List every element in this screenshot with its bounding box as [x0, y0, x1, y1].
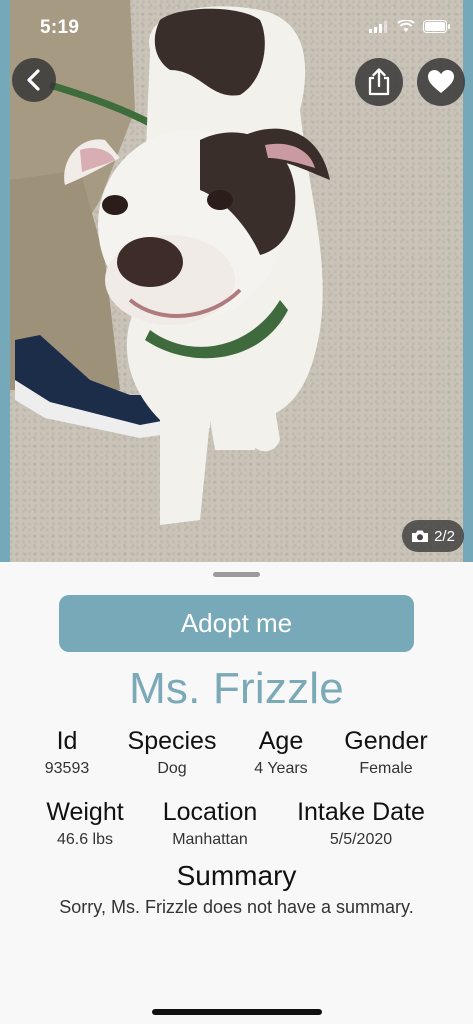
info-value: 5/5/2020 — [329, 831, 393, 848]
status-time: 5:19 — [40, 17, 80, 38]
pet-name: Ms. Frizzle — [129, 664, 344, 713]
info-label: Weight — [46, 798, 124, 826]
info-value: Dog — [157, 760, 187, 777]
info-weight: Weight 46.6 lbs — [34, 798, 136, 849]
battery-icon — [423, 20, 450, 33]
camera-icon — [412, 530, 429, 542]
info-location: Location Manhattan — [150, 798, 270, 849]
home-indicator[interactable] — [152, 1009, 322, 1015]
info-label: Id — [56, 727, 78, 755]
info-value: Manhattan — [172, 831, 248, 848]
share-icon — [368, 68, 390, 96]
photo-counter-text: 2/2 — [434, 527, 455, 545]
info-label: Location — [162, 798, 258, 826]
info-value: Female — [359, 760, 413, 777]
info-value: 93593 — [44, 760, 90, 777]
info-label: Gender — [344, 727, 428, 755]
wifi-icon — [397, 20, 415, 32]
info-label: Intake Date — [297, 798, 425, 826]
info-value: 46.6 lbs — [56, 831, 114, 848]
info-id: Id 93593 — [28, 727, 106, 778]
info-label: Age — [258, 727, 304, 755]
status-icons — [369, 20, 451, 33]
info-intake-date: Intake Date 5/5/2020 — [288, 798, 434, 849]
summary-text: Sorry, Ms. Frizzle does not have a summa… — [59, 897, 414, 917]
share-button[interactable] — [355, 58, 403, 106]
info-species: Species Dog — [117, 727, 227, 778]
sheet-grabber[interactable] — [213, 572, 260, 577]
summary-title: Summary — [176, 860, 297, 891]
back-button[interactable] — [12, 58, 56, 102]
info-age: Age 4 Years — [237, 727, 325, 778]
info-gender: Gender Female — [334, 727, 438, 778]
info-value: 4 Years — [254, 760, 308, 777]
chevron-left-icon — [27, 69, 40, 91]
favorite-button[interactable] — [417, 58, 465, 106]
info-label: Species — [127, 727, 217, 755]
heart-icon — [428, 70, 454, 93]
cellular-signal-icon — [369, 20, 387, 33]
photo-counter: 2/2 — [402, 520, 464, 552]
adopt-button[interactable]: Adopt me — [59, 595, 414, 652]
status-bar: 5:19 — [0, 0, 473, 56]
